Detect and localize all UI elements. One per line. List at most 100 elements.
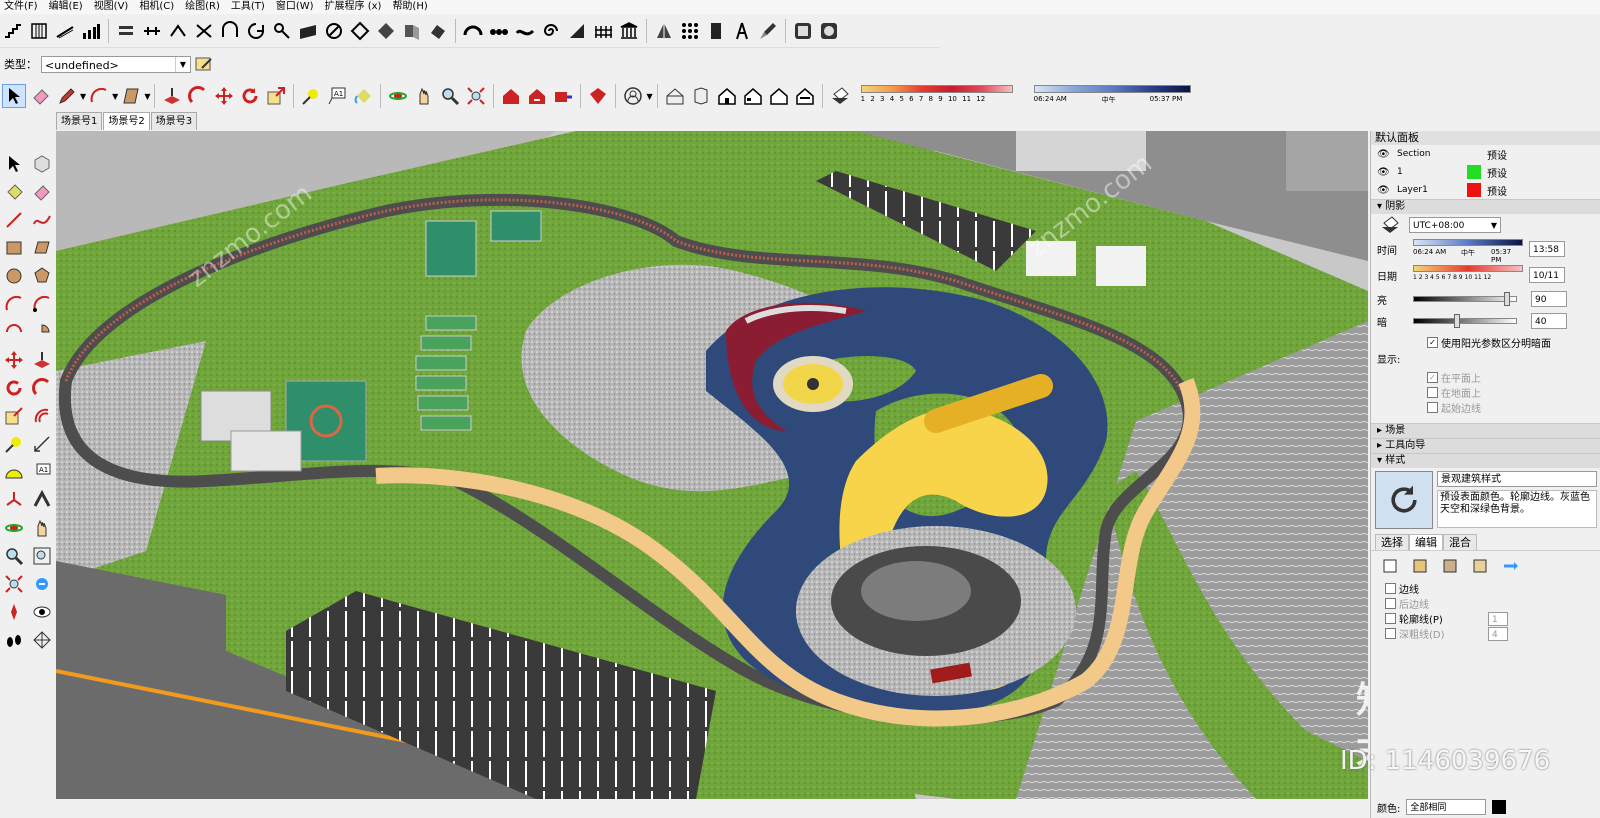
previous-view-icon[interactable] [31,573,53,595]
menu-camera[interactable]: 相机(C) [135,0,181,14]
tool-icon-2[interactable] [141,20,163,42]
zoom-icon[interactable] [3,545,25,567]
rotate-icon[interactable] [3,377,25,399]
temple-icon[interactable] [618,20,640,42]
layer-row[interactable]: 👁 Layer1 预设 [1371,181,1600,199]
chevron-down-icon[interactable]: ▼ [112,92,118,101]
tape-measure-icon[interactable] [3,433,25,455]
chevron-down-icon[interactable]: ▼ [80,92,86,101]
pyramid-icon[interactable] [653,20,675,42]
select-icon[interactable] [3,153,25,175]
menu-help[interactable]: 帮助(H) [388,0,434,14]
tape-measure-icon[interactable] [300,85,322,107]
modeling-settings-icon[interactable] [1499,555,1521,577]
time-gradient[interactable]: 06:24 AM 中午 05:37 PM [1032,82,1197,110]
arch-icon[interactable] [462,20,484,42]
follow-me-icon[interactable] [187,85,209,107]
share-model-icon[interactable] [526,85,548,107]
3d-text-icon[interactable] [31,489,53,511]
zoom-extents-icon[interactable] [465,85,487,107]
pencil-icon[interactable] [56,85,78,107]
depth-cue-checkbox[interactable]: 深粗线(D) 4 [1371,626,1600,641]
layer-color-swatch[interactable] [1467,183,1481,197]
tool-icon-10[interactable] [349,20,371,42]
eye-icon[interactable]: 👁 [1377,185,1391,196]
spiral-icon[interactable] [540,20,562,42]
eraser-icon[interactable] [30,85,52,107]
paint-bucket-icon[interactable] [352,85,374,107]
bars-icon[interactable] [80,20,102,42]
type-select[interactable]: <undefined> ▼ [41,55,191,73]
menu-draw[interactable]: 绘图(R) [181,0,227,14]
zoom-window-icon[interactable] [31,545,53,567]
timezone-select[interactable]: UTC+08:00 ▼ [1409,217,1501,233]
move-icon[interactable] [3,349,25,371]
use-sun-checkbox[interactable]: ✓ 使用阳光参数区分明暗面 [1371,332,1600,352]
follow-me-icon[interactable] [31,377,53,399]
from-edges-checkbox[interactable]: 起始边线 [1371,400,1600,415]
menu-tools[interactable]: 工具(T) [227,0,272,14]
layer-row[interactable]: 👁 1 预设 [1371,163,1600,181]
line-icon[interactable] [3,209,25,231]
tool-icon-5[interactable] [219,20,241,42]
layer-color-swatch[interactable] [1467,165,1481,179]
edit-attribute-icon[interactable] [193,53,215,75]
dark-slider-knob[interactable] [1454,314,1460,328]
dark-input[interactable]: 40 [1531,313,1567,329]
time-input[interactable]: 13:58 [1529,241,1565,257]
push-pull-icon[interactable] [31,349,53,371]
orbit-icon[interactable] [387,85,409,107]
grid-dots-icon[interactable] [679,20,701,42]
wave-icon[interactable] [514,20,536,42]
scale-icon[interactable] [3,405,25,427]
tool-icon-13[interactable] [427,20,449,42]
ramp-icon[interactable] [54,20,76,42]
plugin-b-icon[interactable] [818,20,840,42]
style-name-input[interactable]: 景观建筑样式 [1437,471,1597,487]
menu-file[interactable]: 文件(F) [0,0,45,14]
zoom-icon[interactable] [439,85,461,107]
tool-icon-3[interactable] [167,20,189,42]
background-settings-icon[interactable] [1439,555,1461,577]
share-component-icon[interactable] [552,85,574,107]
styles-section-header[interactable]: ▾ 样式 [1371,453,1600,468]
pie-icon[interactable] [31,321,53,343]
section-plane-icon[interactable] [31,629,53,651]
warehouse-icon[interactable] [500,85,522,107]
arc3-icon[interactable] [3,321,25,343]
eye-icon[interactable]: 👁 [1377,149,1391,160]
time-slider[interactable]: 06:24 AM 中午 05:37 PM [1413,238,1523,264]
pan-icon[interactable] [31,517,53,539]
style-description[interactable]: 预设表面颜色。轮廓边线。灰蓝色天空和深绿色背景。 [1437,490,1597,528]
on-ground-checkbox[interactable]: 在地面上 [1371,385,1600,400]
view-front-icon[interactable] [716,85,738,107]
light-slider[interactable] [1413,292,1517,306]
move-icon[interactable] [213,85,235,107]
pan-icon[interactable] [413,85,435,107]
arc-icon[interactable] [3,293,25,315]
view-iso-icon[interactable] [664,85,686,107]
rectangle-icon[interactable] [3,237,25,259]
tool-icon-12[interactable] [401,20,423,42]
scale-icon[interactable] [265,85,287,107]
tool-icon-4[interactable] [193,20,215,42]
model-viewport[interactable]: 知末 znzmo.com znzmo.com [56,131,1368,799]
protractor-icon[interactable] [3,461,25,483]
edge-color-select[interactable]: 全部相同 [1406,799,1487,815]
eye-icon[interactable]: 👁 [1377,167,1391,178]
shadows-icon[interactable] [1379,214,1401,236]
menu-window[interactable]: 窗口(W) [272,0,321,14]
paint-icon[interactable] [3,181,25,203]
tool-icon-11[interactable] [375,20,397,42]
tool-icon-7[interactable] [271,20,293,42]
tab-scene-1[interactable]: 场景号1 [56,112,103,130]
dots-icon[interactable] [488,20,510,42]
date-input[interactable]: 10/11 [1529,267,1565,283]
zoom-extents-icon[interactable] [3,573,25,595]
triangle-icon[interactable] [566,20,588,42]
edge-color-swatch[interactable] [1492,800,1507,814]
eraser-icon[interactable] [31,181,53,203]
polygon-icon[interactable] [31,265,53,287]
fence-icon[interactable] [592,20,614,42]
rectangle-icon[interactable] [120,85,142,107]
